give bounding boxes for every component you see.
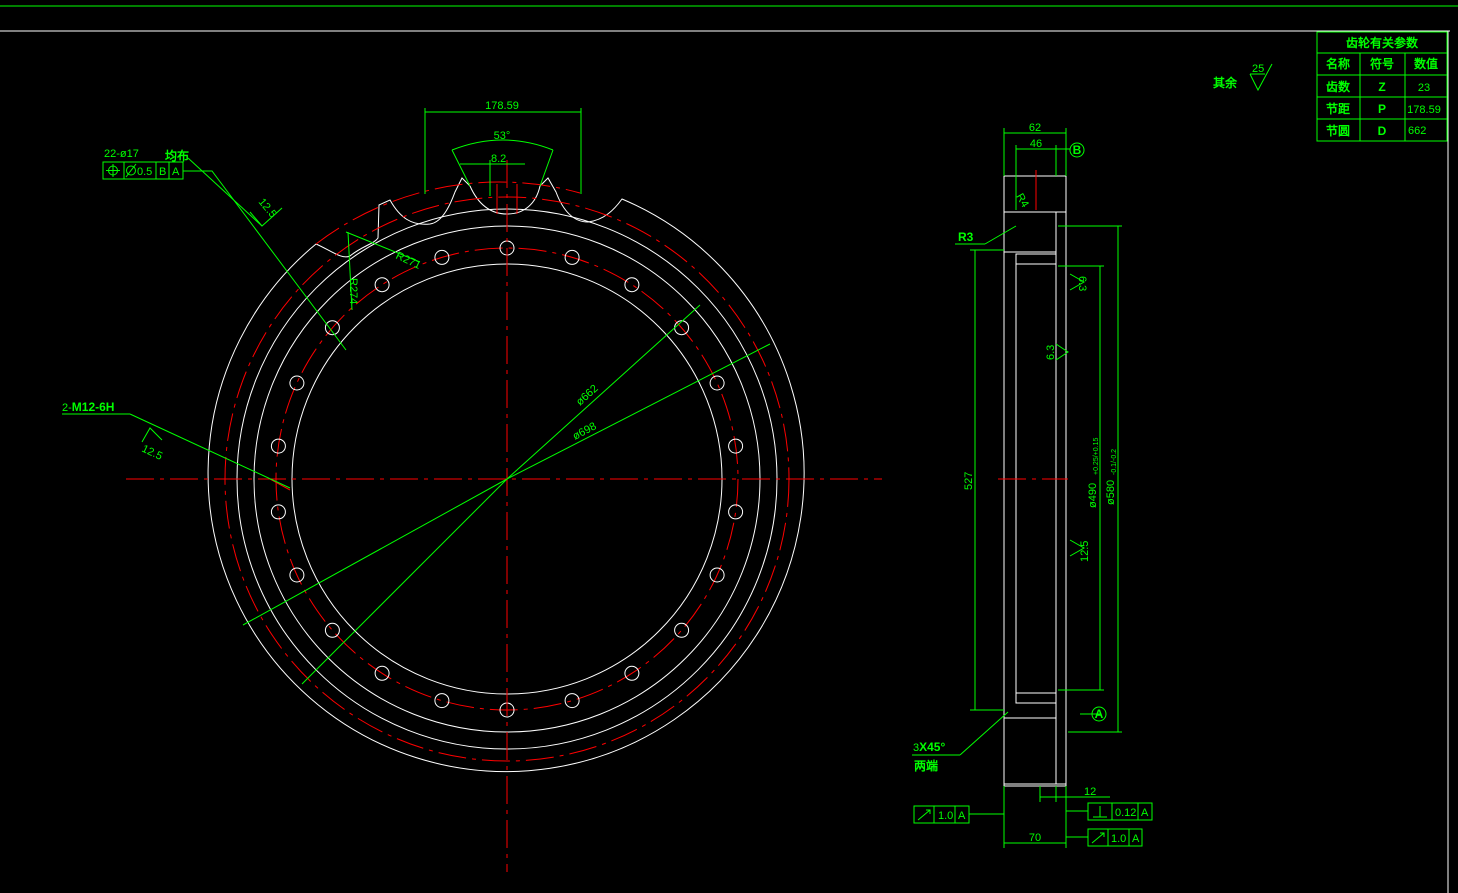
roughness-note-text: 其余 xyxy=(1213,75,1238,90)
position-tolerance-frame: 0.5 B A xyxy=(102,161,184,180)
bolt-hole xyxy=(674,622,690,638)
dim-46: 46 xyxy=(1030,138,1042,150)
rough-63a: 6.3 xyxy=(1076,276,1088,291)
bolt-hole xyxy=(624,277,640,293)
hole-callout: 22-ø17 xyxy=(104,148,139,160)
thread-callout: 2-M12-6H xyxy=(62,400,114,414)
perpendicularity-frame: 0.12 A xyxy=(1087,802,1153,821)
table-row-value: 23 xyxy=(1418,82,1430,94)
bolt-hole xyxy=(434,693,450,709)
dim-angle: 53° xyxy=(494,130,511,142)
dim-tooth: 8.2 xyxy=(491,153,506,165)
bolt-hole xyxy=(728,504,744,520)
runout-right-value: 1.0 xyxy=(1111,833,1126,845)
runout-symbol-icon xyxy=(1091,832,1105,844)
dim-12: 12 xyxy=(1084,786,1096,798)
dim-r271: R271 xyxy=(394,250,423,272)
general-roughness-note: 其余 25 xyxy=(1213,63,1273,92)
dim-r3: R3 xyxy=(958,230,974,244)
table-row-value: 662 xyxy=(1408,125,1426,137)
bolt-hole xyxy=(289,375,305,391)
section-hatch-bottom xyxy=(1003,717,1057,785)
hole-callout-uniform: 均布 xyxy=(165,148,189,163)
side-outline xyxy=(1003,175,1067,787)
table-row-name: 节距 xyxy=(1326,101,1350,116)
gear-side-view[interactable]: 62 46 B R4 R3 527 ø490 +0.25/+0.15 ø580 … xyxy=(912,122,1153,848)
section-hatch-top xyxy=(1003,211,1057,253)
thread-roughness: 12.5 xyxy=(140,443,164,463)
pitch-circle xyxy=(315,181,581,245)
table-row-symbol: D xyxy=(1378,124,1387,138)
datum-a-label: A xyxy=(1095,707,1104,721)
table-header-name: 名称 xyxy=(1326,56,1350,71)
chamfer-callout: 3X45° xyxy=(913,740,945,754)
position-tolerance-value: 0.5 xyxy=(137,166,152,178)
bolt-hole xyxy=(270,504,286,520)
gear-front-view[interactable]: 178.59 53° 8.2 R271 R274 22-ø17 均布 0.5 B… xyxy=(62,100,882,872)
datum-b-label: B xyxy=(1073,143,1082,157)
table-row-symbol: P xyxy=(1378,102,1386,116)
dim-d662: ø662 xyxy=(574,383,601,409)
perp-datum: A xyxy=(1141,807,1149,819)
rough-63b: 6.3 xyxy=(1045,345,1057,360)
table-header-symbol: 符号 xyxy=(1370,56,1394,71)
runout-symbol-icon xyxy=(917,809,931,821)
dim-62: 62 xyxy=(1029,122,1041,134)
bolt-hole xyxy=(374,277,390,293)
roughness-top: 12.5 xyxy=(256,196,279,220)
cad-drawing-canvas[interactable]: 齿轮有关参数 名称 符号 数值 齿数 Z 23 节距 P 178.59 节圆 D… xyxy=(0,0,1458,893)
dim-d490: ø490 xyxy=(1087,483,1099,508)
dim-70: 70 xyxy=(1029,832,1041,844)
runout-tolerance-frame-right: 1.0 A xyxy=(1087,828,1143,847)
roughness-symbol-icon xyxy=(141,427,163,443)
runout-tolerance-frame-left: 1.0 A xyxy=(913,805,970,824)
gear-outer-profile xyxy=(207,177,805,773)
table-row-name: 齿数 xyxy=(1326,79,1351,94)
roughness-note-value: 25 xyxy=(1252,63,1264,75)
table-row-value: 178.59 xyxy=(1407,104,1441,116)
dim-527: 527 xyxy=(963,472,975,490)
dim-chord: 178.59 xyxy=(485,100,519,112)
rough-125: 12.5 xyxy=(1079,541,1091,562)
table-row-name: 节圆 xyxy=(1326,123,1350,138)
parameter-table: 齿轮有关参数 名称 符号 数值 齿数 Z 23 节距 P 178.59 节圆 D… xyxy=(1316,31,1448,142)
bolt-hole xyxy=(709,375,725,391)
perp-value: 0.12 xyxy=(1115,807,1136,819)
dim-d490-tol: +0.25/+0.15 xyxy=(1093,438,1100,475)
table-title: 齿轮有关参数 xyxy=(1346,35,1419,50)
chamfer-note: 两端 xyxy=(914,758,938,773)
table-header-value: 数值 xyxy=(1414,56,1438,71)
position-datum-a: A xyxy=(172,166,180,178)
perpendicularity-symbol-icon xyxy=(1093,806,1107,818)
dim-d580-tol: -0.1/-0.2 xyxy=(1111,449,1118,475)
runout-left-datum: A xyxy=(958,810,966,822)
table-row-symbol: Z xyxy=(1378,80,1385,94)
runout-right-datum: A xyxy=(1132,833,1140,845)
runout-left-value: 1.0 xyxy=(938,810,953,822)
position-datum-b: B xyxy=(159,166,166,178)
bolt-hole xyxy=(324,622,340,638)
bolt-hole xyxy=(564,693,580,709)
dim-d580: ø580 xyxy=(1105,480,1117,505)
dim-r274: R274 xyxy=(347,278,359,304)
